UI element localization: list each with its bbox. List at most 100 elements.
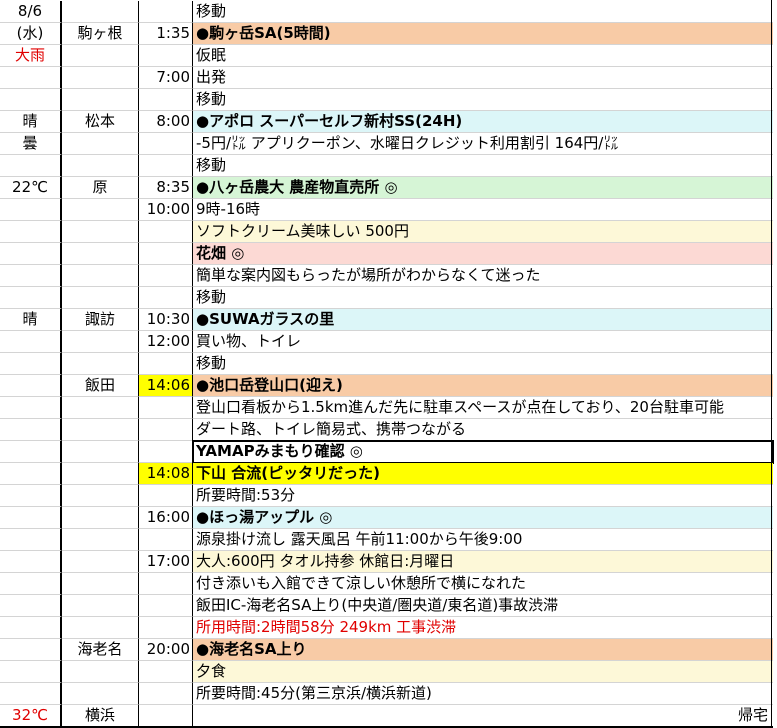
place-cell[interactable]	[62, 155, 139, 177]
note-cell[interactable]: ●ほっ湯アップル ◎	[193, 507, 773, 529]
note-cell[interactable]: 仮眠	[193, 45, 773, 67]
time-cell[interactable]: 12:00	[139, 331, 193, 353]
note-cell[interactable]: 所要時間:45分(第三京浜/横浜新道)	[193, 683, 773, 705]
note-cell[interactable]: 移動	[193, 89, 773, 111]
note-cell[interactable]: 夕食	[193, 661, 773, 683]
weather-cell[interactable]	[0, 441, 62, 463]
note-cell[interactable]	[193, 705, 773, 728]
weather-cell[interactable]	[0, 661, 62, 683]
weather-cell[interactable]	[0, 89, 62, 111]
weather-cell[interactable]	[0, 199, 62, 221]
place-cell[interactable]	[62, 529, 139, 551]
time-cell[interactable]	[139, 133, 193, 155]
time-cell[interactable]	[139, 595, 193, 617]
time-cell[interactable]	[139, 265, 193, 287]
weather-cell[interactable]: 22℃	[0, 177, 62, 199]
time-cell[interactable]	[139, 45, 193, 67]
time-cell[interactable]	[139, 287, 193, 309]
weather-cell[interactable]	[0, 507, 62, 529]
note-cell[interactable]: 簡単な案内図もらったが場所がわからなくて迷った	[193, 265, 773, 287]
time-cell[interactable]	[139, 397, 193, 419]
place-cell[interactable]	[62, 573, 139, 595]
place-cell[interactable]	[62, 441, 139, 463]
place-cell[interactable]	[62, 595, 139, 617]
time-cell[interactable]	[139, 441, 193, 463]
note-cell[interactable]: 移動	[193, 1, 773, 23]
place-cell[interactable]	[62, 419, 139, 441]
time-cell[interactable]	[139, 705, 193, 728]
place-cell[interactable]: 駒ヶ根	[62, 23, 139, 45]
weather-cell[interactable]	[0, 375, 62, 397]
weather-cell[interactable]	[0, 573, 62, 595]
place-cell[interactable]	[62, 67, 139, 89]
time-cell[interactable]: 1:35	[139, 23, 193, 45]
note-cell[interactable]: 所要時間:53分	[193, 485, 773, 507]
weather-cell[interactable]	[0, 639, 62, 661]
note-cell[interactable]: -5円/㍑ アプリクーポン、水曜日クレジット利用割引 164円/㍑	[193, 133, 773, 155]
weather-cell[interactable]	[0, 221, 62, 243]
time-cell[interactable]	[139, 89, 193, 111]
weather-cell[interactable]	[0, 397, 62, 419]
note-cell[interactable]: ●海老名SA上り	[193, 639, 773, 661]
time-cell[interactable]	[139, 661, 193, 683]
place-cell[interactable]	[62, 243, 139, 265]
time-cell[interactable]	[139, 419, 193, 441]
place-cell[interactable]	[62, 221, 139, 243]
time-cell[interactable]: 7:00	[139, 67, 193, 89]
note-cell[interactable]: ソフトクリーム美味しい 500円	[193, 221, 773, 243]
weather-cell[interactable]: 晴	[0, 111, 62, 133]
note-cell[interactable]: ●SUWAガラスの里	[193, 309, 773, 331]
place-cell[interactable]	[62, 661, 139, 683]
weather-cell[interactable]: 曇	[0, 133, 62, 155]
time-cell[interactable]	[139, 573, 193, 595]
weather-cell[interactable]	[0, 463, 62, 485]
time-cell[interactable]	[139, 353, 193, 375]
place-cell[interactable]: 原	[62, 177, 139, 199]
time-cell[interactable]: 20:00	[139, 639, 193, 661]
note-cell[interactable]: 移動	[193, 155, 773, 177]
time-cell[interactable]: 8:00	[139, 111, 193, 133]
weather-cell[interactable]	[0, 595, 62, 617]
note-cell[interactable]: YAMAPみまもり確認 ◎	[192, 440, 774, 464]
weather-cell[interactable]	[0, 287, 62, 309]
time-cell[interactable]	[139, 243, 193, 265]
place-cell[interactable]	[62, 353, 139, 375]
place-cell[interactable]	[62, 45, 139, 67]
note-cell[interactable]: 付き添いも入館できて涼しい休憩所で横になれた	[193, 573, 773, 595]
note-cell[interactable]: 移動	[193, 287, 773, 309]
note-cell[interactable]: 源泉掛け流し 露天風呂 午前11:00から午後9:00	[193, 529, 773, 551]
place-cell[interactable]	[62, 265, 139, 287]
place-cell[interactable]	[62, 1, 139, 23]
note-cell[interactable]: 買い物、トイレ	[193, 331, 773, 353]
note-cell[interactable]: 9時-16時	[193, 199, 773, 221]
weather-cell[interactable]	[0, 265, 62, 287]
place-cell[interactable]: 飯田	[62, 375, 139, 397]
place-cell[interactable]	[62, 133, 139, 155]
time-cell[interactable]	[139, 221, 193, 243]
weather-cell[interactable]	[0, 67, 62, 89]
weather-cell[interactable]	[0, 683, 62, 705]
note-cell[interactable]: ダート路、トイレ簡易式、携帯つながる	[193, 419, 773, 441]
weather-cell[interactable]: 晴	[0, 309, 62, 331]
place-cell[interactable]	[62, 507, 139, 529]
time-cell[interactable]	[139, 617, 193, 639]
note-cell[interactable]: 花畑 ◎	[193, 243, 773, 265]
note-cell[interactable]: 移動	[193, 353, 773, 375]
note-cell[interactable]: 所用時間:2時間58分 249km 工事渋滞	[193, 617, 773, 639]
weather-cell[interactable]: 32℃	[0, 705, 62, 728]
weather-cell[interactable]: (水)	[0, 23, 62, 45]
weather-cell[interactable]: 8/6	[0, 1, 62, 23]
time-cell[interactable]: 17:00	[139, 551, 193, 573]
place-cell[interactable]	[62, 331, 139, 353]
weather-cell[interactable]	[0, 419, 62, 441]
note-cell[interactable]: ●池口岳登山口(迎え)	[193, 375, 773, 397]
note-cell[interactable]: 出発	[193, 67, 773, 89]
time-cell[interactable]: 16:00	[139, 507, 193, 529]
arrival-cell[interactable]: 帰宅	[700, 705, 768, 728]
weather-cell[interactable]	[0, 529, 62, 551]
note-cell[interactable]: 下山 合流(ピッタリだった)	[193, 463, 773, 485]
time-cell[interactable]	[139, 529, 193, 551]
place-cell[interactable]	[62, 199, 139, 221]
note-cell[interactable]: 登山口看板から1.5km進んだ先に駐車スペースが点在しており、20台駐車可能	[193, 397, 773, 419]
time-cell[interactable]: 10:30	[139, 309, 193, 331]
